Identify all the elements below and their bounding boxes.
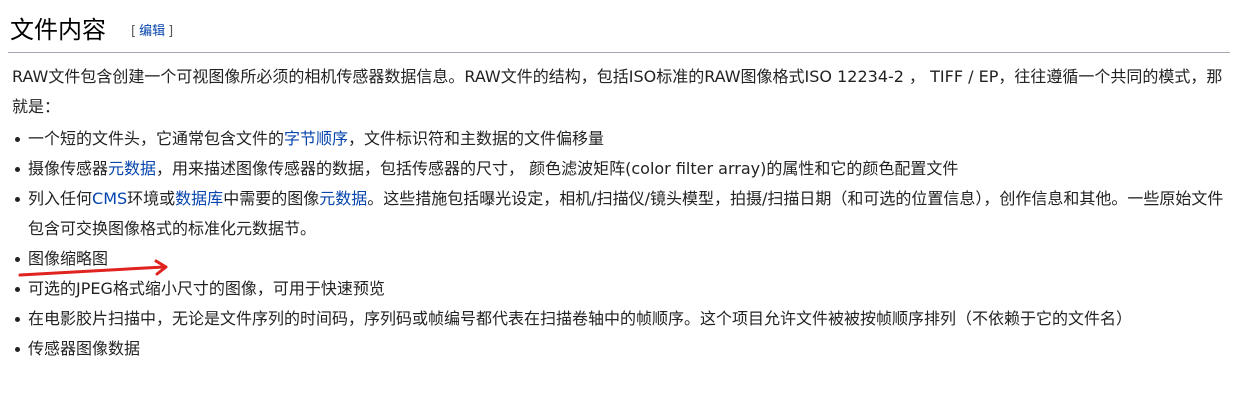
list-item-text: 在电影胶片扫描中，无论是文件序列的时间码，序列码或帧编号都代表在扫描卷轴中的帧顺… xyxy=(28,309,1133,328)
list-item-text: 传感器图像数据 xyxy=(28,339,141,358)
database-link[interactable]: 数据库 xyxy=(175,189,223,208)
list-item: 在电影胶片扫描中，无论是文件序列的时间码，序列码或帧编号都代表在扫描卷轴中的帧顺… xyxy=(12,304,1224,334)
cms-link[interactable]: CMS xyxy=(92,189,127,208)
content-list: 一个短的文件头，它通常包含文件的字节顺序，文件标识符和主数据的文件偏移量 摄像传… xyxy=(12,124,1224,364)
list-item: 可选的JPEG格式缩小尺寸的图像，可用于快速预览 xyxy=(12,274,1224,304)
list-item-text: ，用来描述图像传感器的数据，包括传感器的尺寸， 颜色滤波矩阵(color fil… xyxy=(156,159,959,178)
intro-paragraph: RAW文件包含创建一个可视图像所必须的相机传感器数据信息。RAW文件的结构，包括… xyxy=(12,67,1223,116)
annotation-arrow-icon xyxy=(18,259,168,277)
list-item: 一个短的文件头，它通常包含文件的字节顺序，文件标识符和主数据的文件偏移量 xyxy=(12,124,1224,154)
list-item-text: 一个短的文件头，它通常包含文件的 xyxy=(28,129,285,148)
list-item-text: ，文件标识符和主数据的文件偏移量 xyxy=(348,129,605,148)
metadata-link[interactable]: 元数据 xyxy=(108,159,156,178)
arrow-shaft xyxy=(18,265,166,277)
list-item-text: 摄像传感器 xyxy=(28,159,109,178)
list-item: 传感器图像数据 xyxy=(12,334,1224,364)
section-heading: 文件内容 [编辑] xyxy=(8,8,1230,53)
list-item-text: 列入任何 xyxy=(28,189,93,208)
list-item: 列入任何CMS环境或数据库中需要的图像元数据。这些措施包括曝光设定，相机/扫描仪… xyxy=(12,184,1224,244)
section-title: 文件内容 xyxy=(10,16,106,44)
byte-order-link[interactable]: 字节顺序 xyxy=(284,129,348,148)
list-item-text: 环境或 xyxy=(127,189,176,208)
list-item-text: 中需要的图像 xyxy=(223,189,320,208)
edit-bracket-close: ] xyxy=(168,24,174,39)
article-section: 文件内容 [编辑] RAW文件包含创建一个可视图像所必须的相机传感器数据信息。R… xyxy=(0,0,1240,407)
metadata-link[interactable]: 元数据 xyxy=(319,189,367,208)
edit-section-control: [编辑] xyxy=(131,23,173,41)
list-item: 摄像传感器元数据，用来描述图像传感器的数据，包括传感器的尺寸， 颜色滤波矩阵(c… xyxy=(12,154,1224,184)
list-item: 图像缩略图 xyxy=(12,244,1224,274)
edit-link[interactable]: 编辑 xyxy=(136,24,168,39)
